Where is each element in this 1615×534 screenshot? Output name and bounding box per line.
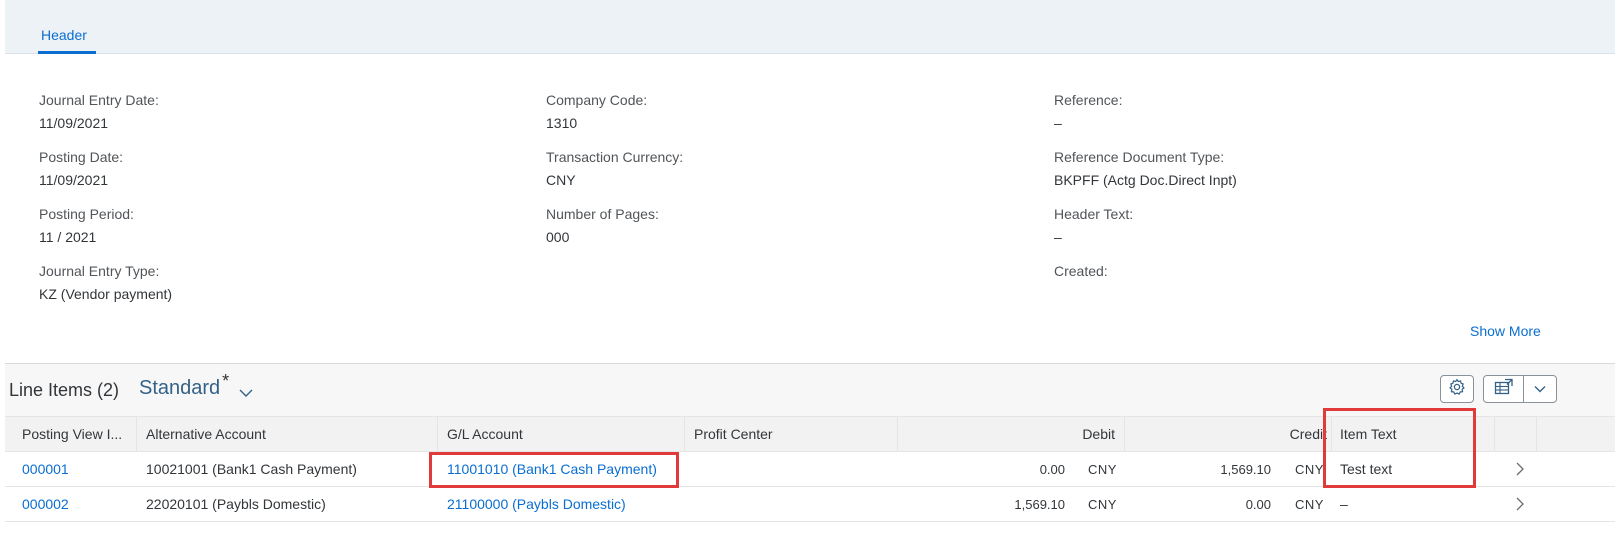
object-page-tabbar: Header xyxy=(5,0,1615,54)
posting-period-label: Posting Period: xyxy=(39,206,134,222)
tab-header-selected-indicator xyxy=(38,51,96,54)
export-menu-button[interactable] xyxy=(1524,376,1556,402)
field-journal-entry-date: Journal Entry Date: 11/09/2021 xyxy=(39,91,159,132)
alternative-account-cell: 10021001 (Bank1 Cash Payment) xyxy=(146,461,357,477)
company-code-value: 1310 xyxy=(546,115,578,131)
journal-entry-type-label: Journal Entry Type: xyxy=(39,263,160,279)
export-button-group xyxy=(1483,375,1557,403)
posting-view-item-link[interactable]: 000002 xyxy=(22,487,69,522)
posting-view-item-link[interactable]: 000001 xyxy=(22,452,69,487)
company-code-label: Company Code: xyxy=(546,92,648,108)
header-text-value: – xyxy=(1054,229,1062,245)
column-header-gl-account[interactable]: G/L Account xyxy=(438,417,685,452)
journal-entry-date-value: 11/09/2021 xyxy=(39,115,109,131)
posting-date-value: 11/09/2021 xyxy=(39,172,109,188)
field-transaction-currency: Transaction Currency: CNY xyxy=(546,148,683,189)
show-more-link[interactable]: Show More xyxy=(1470,323,1541,339)
field-posting-period: Posting Period: 11 / 2021 xyxy=(39,205,134,246)
chevron-down-icon xyxy=(239,381,253,404)
field-reference-document-type: Reference Document Type: BKPFF (Actg Doc… xyxy=(1054,148,1237,189)
field-number-of-pages: Number of Pages: 000 xyxy=(546,205,659,246)
line-items-title: Line Items (2) xyxy=(9,380,120,400)
field-created: Created: xyxy=(1054,262,1108,285)
field-posting-date: Posting Date: 11/09/2021 xyxy=(39,148,123,189)
debit-currency: CNY xyxy=(1088,497,1117,512)
transaction-currency-value: CNY xyxy=(546,172,576,188)
credit-amount: 1,569.10 xyxy=(1220,462,1271,477)
chevron-down-icon xyxy=(1534,380,1546,398)
field-header-text: Header Text: – xyxy=(1054,205,1133,246)
line-items-toolbar: Line Items (2) Standard * xyxy=(5,364,1615,416)
transaction-currency-label: Transaction Currency: xyxy=(546,149,684,165)
debit-currency: CNY xyxy=(1088,462,1117,477)
line-items-table: Posting View I... Alternative Account G/… xyxy=(5,416,1615,522)
journal-entry-type-value: KZ (Vendor payment) xyxy=(39,286,173,302)
chevron-right-icon[interactable] xyxy=(1513,496,1527,512)
number-of-pages-label: Number of Pages: xyxy=(546,206,659,222)
column-header-alternative-account[interactable]: Alternative Account xyxy=(137,417,438,452)
variant-name: Standard xyxy=(139,377,221,399)
posting-period-value: 11 / 2021 xyxy=(39,229,97,245)
column-header-profit-center[interactable]: Profit Center xyxy=(685,417,898,452)
reference-document-type-value: BKPFF (Actg Doc.Direct Inpt) xyxy=(1054,172,1237,188)
spreadsheet-export-icon xyxy=(1494,378,1514,401)
journal-entry-date-label: Journal Entry Date: xyxy=(39,92,159,108)
item-text-cell: – xyxy=(1340,496,1348,512)
gear-icon xyxy=(1448,378,1466,401)
field-journal-entry-type: Journal Entry Type: KZ (Vendor payment) xyxy=(39,262,172,303)
number-of-pages-value: 000 xyxy=(546,229,570,245)
reference-document-type-label: Reference Document Type: xyxy=(1054,149,1225,165)
credit-currency: CNY xyxy=(1295,462,1324,477)
credit-currency: CNY xyxy=(1295,497,1324,512)
variant-management[interactable]: Standard * xyxy=(139,371,253,404)
header-text-label: Header Text: xyxy=(1054,206,1134,222)
created-label: Created: xyxy=(1054,263,1108,279)
gl-account-link[interactable]: 21100000 (Paybls Domestic) xyxy=(447,487,626,522)
alternative-account-cell: 22020101 (Paybls Domestic) xyxy=(146,496,326,512)
column-header-credit[interactable]: Credit xyxy=(1125,417,1332,452)
field-reference: Reference: – xyxy=(1054,91,1122,132)
journal-entry-page: Header Journal Entry Date: 11/09/2021 Po… xyxy=(5,0,1615,534)
column-header-item-text[interactable]: Item Text xyxy=(1332,417,1495,452)
variant-modified-indicator: * xyxy=(222,371,230,391)
field-company-code: Company Code: 1310 xyxy=(546,91,647,132)
credit-amount: 0.00 xyxy=(1245,497,1271,512)
debit-amount: 1,569.10 xyxy=(1014,497,1065,512)
item-text-cell: Test text xyxy=(1340,461,1393,477)
reference-label: Reference: xyxy=(1054,92,1123,108)
table-row[interactable]: 000002 22020101 (Paybls Domestic) 211000… xyxy=(5,487,1615,522)
table-settings-button[interactable] xyxy=(1440,375,1474,403)
export-to-spreadsheet-button[interactable] xyxy=(1484,376,1524,402)
table-row[interactable]: 000001 10021001 (Bank1 Cash Payment) 110… xyxy=(5,452,1615,487)
column-header-debit[interactable]: Debit xyxy=(898,417,1125,452)
reference-value: – xyxy=(1054,115,1062,131)
debit-amount: 0.00 xyxy=(1039,462,1065,477)
posting-date-label: Posting Date: xyxy=(39,149,124,165)
chevron-right-icon[interactable] xyxy=(1513,461,1527,477)
gl-account-link[interactable]: 11001010 (Bank1 Cash Payment) xyxy=(447,452,657,487)
tab-header[interactable]: Header xyxy=(41,27,87,43)
column-header-navigation xyxy=(1495,417,1537,452)
table-header-row: Posting View I... Alternative Account G/… xyxy=(5,416,1615,452)
column-header-posting-view[interactable]: Posting View I... xyxy=(5,417,137,452)
